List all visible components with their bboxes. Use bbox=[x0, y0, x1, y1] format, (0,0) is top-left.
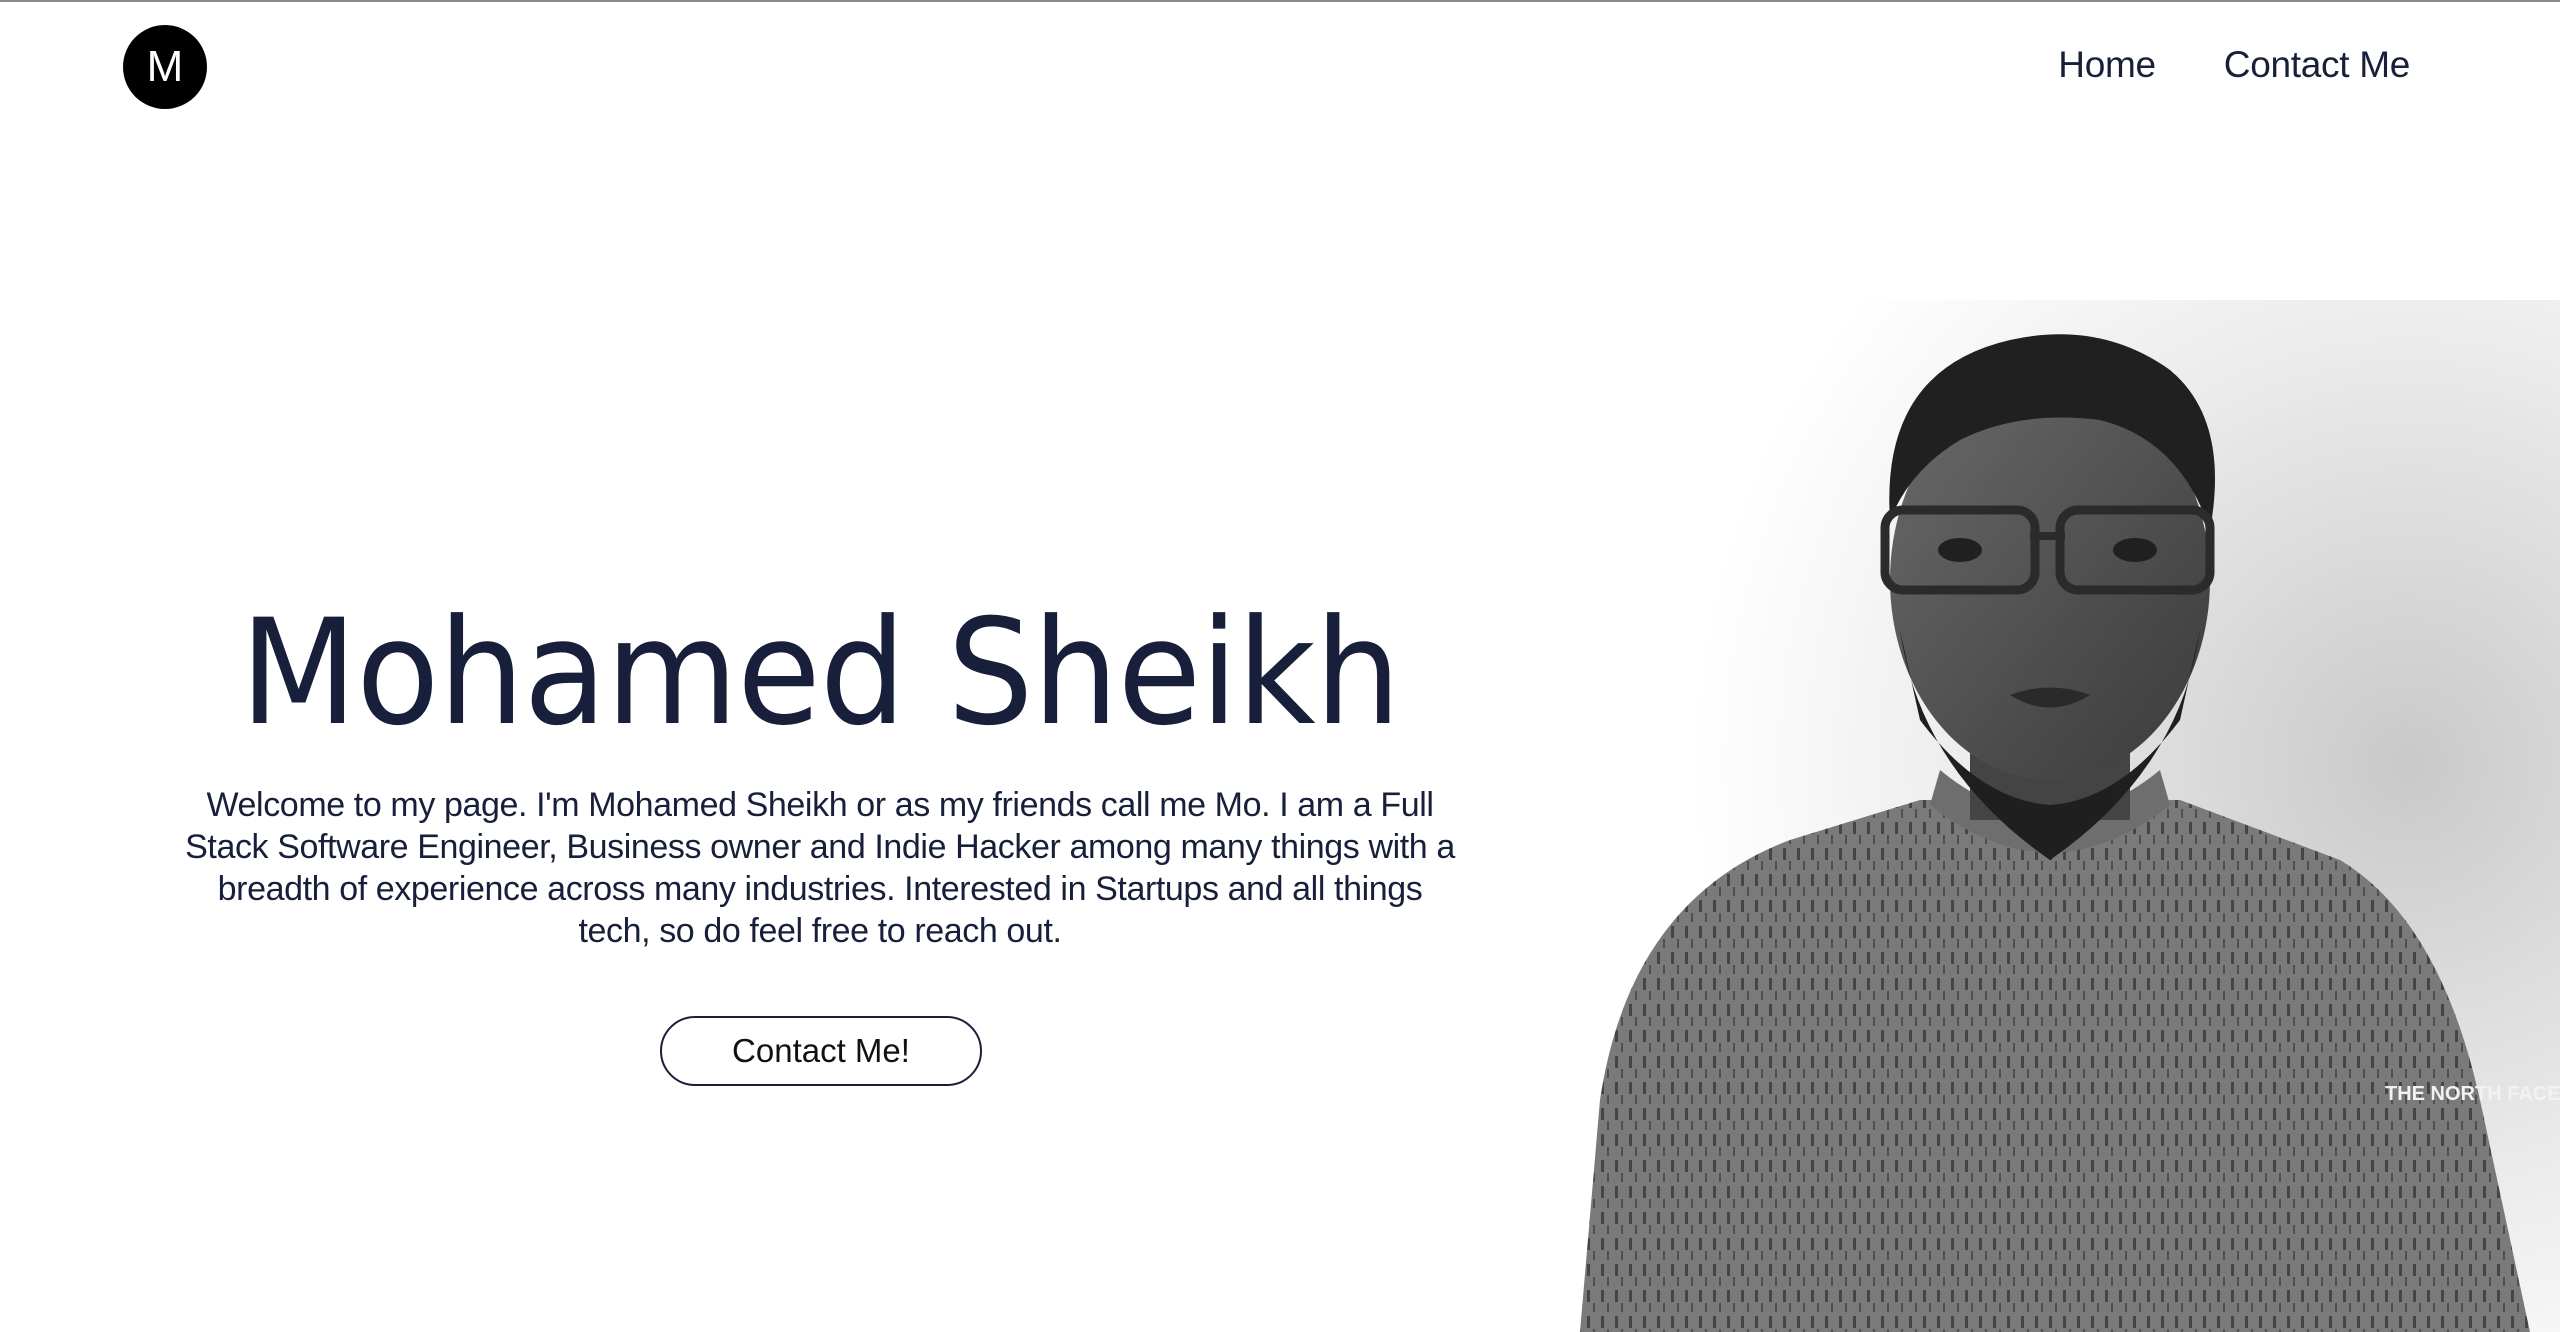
hero-intro-text: Welcome to my page. I'm Mohamed Sheikh o… bbox=[185, 785, 1455, 950]
hero-section: Mohamed Sheikh Welcome to my page. I'm M… bbox=[180, 588, 1460, 952]
nav-home-link[interactable]: Home bbox=[2058, 44, 2156, 86]
top-border bbox=[0, 0, 2560, 2]
contact-me-button-label: Contact Me! bbox=[732, 1032, 910, 1069]
contact-me-button[interactable]: Contact Me! bbox=[660, 1016, 982, 1086]
logo-letter: M bbox=[146, 42, 184, 91]
shirt-logo-text: THE NORTH FACE bbox=[2385, 1083, 2560, 1105]
hero-name-heading: Mohamed Sheikh bbox=[240, 588, 1401, 758]
logo[interactable]: M bbox=[123, 25, 207, 109]
portrait-photo: THE NORTH FACE bbox=[1540, 300, 2560, 1332]
nav-contact-link[interactable]: Contact Me bbox=[2224, 44, 2411, 86]
main-nav: Home Contact Me bbox=[2058, 44, 2410, 86]
